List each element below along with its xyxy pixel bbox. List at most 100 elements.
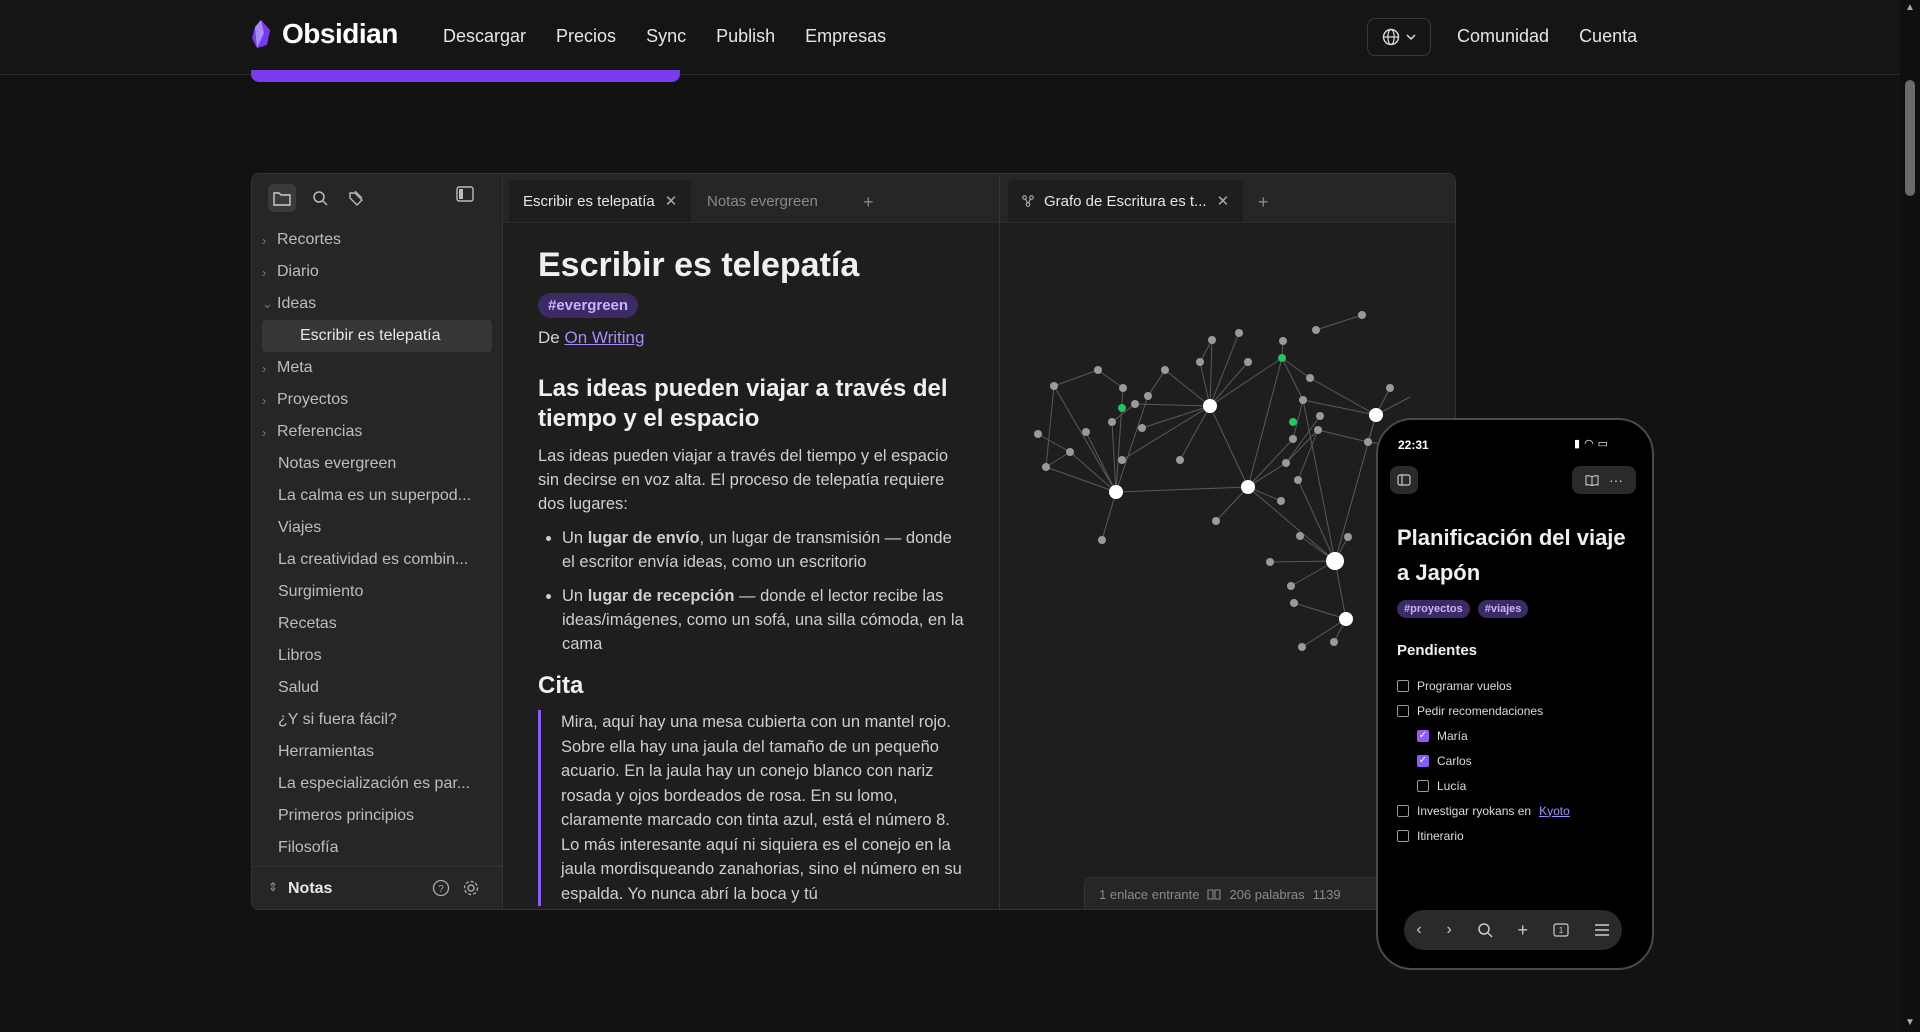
nav-link-empresas[interactable]: Empresas [805,26,886,47]
kyoto-link[interactable]: Kyoto [1539,804,1570,818]
tabs-icon[interactable]: 1 [1553,923,1569,937]
graph-node [1034,430,1042,438]
tree-file[interactable]: Notas evergreen [262,448,492,480]
tree-folder-proyectos[interactable]: › Proyectos [262,384,492,416]
wifi-icon: ◠ [1584,438,1594,450]
tree-file[interactable]: La calma es un superpod... [262,480,492,512]
graph-node [1306,374,1314,382]
checkbox-checked[interactable]: ✓ [1417,754,1429,767]
gear-icon[interactable] [462,879,480,897]
nav-link-sync[interactable]: Sync [646,26,686,47]
checkbox[interactable] [1397,679,1409,692]
bookmarks-tool-button[interactable] [344,184,372,212]
search-tool-button[interactable] [306,184,334,212]
task-item[interactable]: Programar vuelos [1397,673,1637,698]
graph-node [1314,426,1322,434]
bullet-bold: lugar de recepción [587,587,735,605]
tab-graph[interactable]: Grafo de Escritura es t... ✕ [1008,180,1244,222]
nav-link-comunidad[interactable]: Comunidad [1457,26,1549,47]
graph-hub-node [1203,399,1217,413]
tree-file[interactable]: Primeros principios [262,800,492,832]
tree-folder-ideas[interactable]: ⌄ Ideas [262,288,492,320]
note-content[interactable]: Escribir es telepatía #evergreen De On W… [538,246,968,906]
files-tool-button[interactable] [268,184,296,212]
plus-icon[interactable]: + [1517,920,1528,941]
nav-link-precios[interactable]: Precios [556,26,616,47]
scroll-down-arrow-icon[interactable]: ▼ [1903,1017,1917,1029]
task-item[interactable]: Pedir recomendaciones [1397,698,1637,723]
book-open-icon [1585,475,1599,486]
tree-folder-recortes[interactable]: › Recortes [262,224,492,256]
tab-notas-evergreen[interactable]: Notas evergreen [693,180,832,222]
help-icon[interactable]: ? [432,879,450,897]
tree-file[interactable]: La especialización es par... [262,768,492,800]
back-arrow-icon[interactable]: ‹ [1416,921,1421,939]
tree-folder-referencias[interactable]: › Referencias [262,416,492,448]
forward-arrow-icon[interactable]: › [1447,921,1452,939]
tab-escribir-es-telepatia[interactable]: Escribir es telepatía ✕ [509,180,692,222]
nav-link-publish[interactable]: Publish [716,26,775,47]
graph-node [1282,459,1290,467]
nav-link-cuenta[interactable]: Cuenta [1579,26,1637,47]
tag-evergreen[interactable]: #evergreen [538,293,639,318]
phone-actions-group[interactable]: ··· [1572,466,1636,494]
task-item[interactable]: Investigar ryokans en Kyoto [1397,798,1637,823]
task-label: Programar vuelos [1417,678,1512,693]
phone-sidebar-button[interactable] [1390,466,1418,494]
task-item[interactable]: Lucía [1397,773,1637,798]
more-dots-icon[interactable]: ··· [1609,472,1623,488]
task-item[interactable]: ✓ Carlos [1397,748,1637,773]
tab-label: Escribir es telepatía [523,192,655,210]
task-item[interactable]: ✓ María [1397,723,1637,748]
language-selector[interactable] [1367,18,1431,56]
new-tab-plus-icon[interactable]: + [1258,192,1269,213]
new-tab-plus-icon[interactable]: + [863,192,874,213]
graph-node [1212,517,1220,525]
checkbox[interactable] [1417,779,1429,792]
graph-node [1161,366,1169,374]
vault-switcher: ⇕ Notas ? [252,866,502,909]
tree-file[interactable]: Filosofía [262,832,492,864]
tree-file[interactable]: Salud [262,672,492,704]
checkbox[interactable] [1397,829,1409,842]
graph-node [1330,638,1338,646]
tree-file[interactable]: Libros [262,640,492,672]
tree-item-label: Ideas [277,295,317,312]
sidebar-toggle-button[interactable] [456,186,474,207]
tree-item-label: Salud [278,679,319,696]
task-label: Carlos [1437,753,1472,768]
graph-node [1082,428,1090,436]
tree-file[interactable]: Viajes [262,512,492,544]
tree-file[interactable]: ¿Y si fuera fácil? [262,704,492,736]
checkbox[interactable] [1397,804,1409,817]
graph-node [1042,463,1050,471]
menu-icon[interactable] [1594,924,1610,936]
tree-file[interactable]: Recetas [262,608,492,640]
close-icon[interactable]: ✕ [1217,192,1230,210]
search-icon[interactable] [1477,922,1493,938]
obsidian-logo[interactable]: Obsidian [250,18,398,50]
tree-file[interactable]: Herramientas [262,736,492,768]
scroll-up-arrow-icon[interactable]: ▲ [1903,2,1917,14]
graph-node [1066,448,1074,456]
checkbox-checked[interactable]: ✓ [1417,729,1429,742]
task-item[interactable]: Itinerario [1397,823,1637,848]
cta-button-edge[interactable] [251,70,680,82]
vault-name[interactable]: Notas [288,880,332,898]
tree-item-label: La especialización es par... [278,775,471,792]
tree-folder-diario[interactable]: › Diario [262,256,492,288]
tree-file[interactable]: Surgimiento [262,576,492,608]
tree-folder-meta[interactable]: › Meta [262,352,492,384]
nav-link-descargar[interactable]: Descargar [443,26,526,47]
scrollbar-thumb[interactable] [1905,80,1915,196]
graph-hub-node [1339,612,1353,626]
graph-node [1298,643,1306,651]
close-icon[interactable]: ✕ [665,192,678,210]
tag-proyectos[interactable]: #proyectos [1397,600,1470,618]
tree-file[interactable]: La creatividad es combin... [262,544,492,576]
tag-viajes[interactable]: #viajes [1477,600,1529,618]
backlinks-count[interactable]: 1 enlace entrante [1099,887,1199,902]
tree-file-escribir-es-telepatia[interactable]: Escribir es telepatía [262,320,492,352]
source-link[interactable]: On Writing [564,328,644,347]
checkbox[interactable] [1397,704,1409,717]
